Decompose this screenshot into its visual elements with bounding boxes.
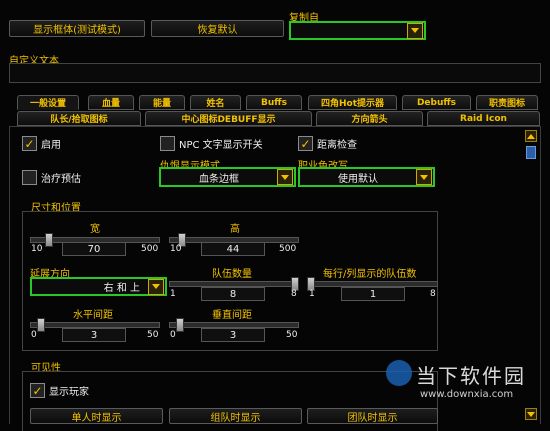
hostile-mode-select[interactable]: 血条边框 <box>159 167 296 187</box>
v-spacing-max: 50 <box>286 330 298 340</box>
tabs-row-2: 队长/拾取图标 中心图标DEBUFF显示 方向箭头 Raid Icon <box>17 111 540 126</box>
party-visibility-button[interactable]: 组队时显示 <box>169 408 302 424</box>
v-spacing-input[interactable]: 3 <box>201 328 265 342</box>
show-player-checkbox[interactable]: ✓ 显示玩家 <box>30 383 89 398</box>
width-value-input[interactable]: 70 <box>62 242 126 256</box>
check-icon: ✓ <box>30 383 45 398</box>
tab-corner-hot[interactable]: 四角Hot提示器 <box>308 95 397 110</box>
class-color-select[interactable]: 使用默认 <box>298 167 435 187</box>
per-row-input[interactable]: 1 <box>341 287 405 301</box>
range-check-checkbox[interactable]: ✓ 距离检查 <box>298 136 357 151</box>
group-count-max: 8 <box>291 289 297 299</box>
scroll-thumb[interactable] <box>526 146 536 159</box>
tab-role-icon[interactable]: 职责图标 <box>476 95 538 110</box>
chevron-down-icon[interactable] <box>148 278 164 295</box>
v-spacing-min: 0 <box>170 330 176 340</box>
chevron-down-icon[interactable] <box>407 22 423 39</box>
per-row-max: 8 <box>430 289 436 299</box>
grow-direction-select[interactable]: 右 和 上 <box>30 277 167 296</box>
width-max: 500 <box>141 244 159 254</box>
h-spacing-max: 50 <box>147 330 159 340</box>
width-min: 10 <box>31 244 43 254</box>
chevron-down-icon[interactable] <box>416 169 432 185</box>
scroll-down-icon[interactable] <box>525 408 537 420</box>
tab-name[interactable]: 姓名 <box>190 95 241 110</box>
scrollbar[interactable] <box>525 130 537 422</box>
h-spacing-input[interactable]: 3 <box>62 328 126 342</box>
copy-from-select[interactable] <box>289 21 426 40</box>
height-value-input[interactable]: 44 <box>201 242 265 256</box>
tab-debuffs[interactable]: Debuffs <box>402 95 471 110</box>
show-frame-button[interactable]: 显示框体(测试模式) <box>9 20 145 37</box>
custom-text-input[interactable] <box>9 63 541 83</box>
h-spacing-min: 0 <box>31 330 37 340</box>
check-icon: ✓ <box>298 136 313 151</box>
per-row-min: 1 <box>309 289 315 299</box>
check-icon: ✓ <box>22 136 37 151</box>
slider-thumb[interactable] <box>45 233 53 247</box>
npc-text-checkbox[interactable]: NPC 文字显示开关 <box>160 136 263 151</box>
height-max: 500 <box>279 244 297 254</box>
tab-raid-icon[interactable]: Raid Icon <box>427 111 540 126</box>
watermark-name: 当下软件园 <box>416 364 526 388</box>
tab-health[interactable]: 血量 <box>88 95 134 110</box>
heal-predict-checkbox[interactable]: 治疗预估 <box>22 170 81 185</box>
solo-visibility-button[interactable]: 单人时显示 <box>30 408 163 424</box>
tab-buffs[interactable]: Buffs <box>246 95 302 110</box>
group-count-min: 1 <box>170 289 176 299</box>
group-count-input[interactable]: 8 <box>201 287 265 301</box>
unchecked-box-icon <box>160 136 175 151</box>
restore-default-button[interactable]: 恢复默认 <box>151 20 284 37</box>
enable-checkbox[interactable]: ✓ 启用 <box>22 136 61 151</box>
slider-thumb[interactable] <box>37 318 45 332</box>
watermark-url: www.downxia.com <box>420 389 514 400</box>
height-min: 10 <box>170 244 182 254</box>
tab-leader-loot-icon[interactable]: 队长/拾取图标 <box>17 111 141 126</box>
watermark-logo-icon <box>386 360 412 386</box>
raid-visibility-button[interactable]: 团队时显示 <box>307 408 438 424</box>
tab-center-debuff[interactable]: 中心图标DEBUFF显示 <box>145 111 312 126</box>
tab-general[interactable]: 一般设置 <box>17 95 79 110</box>
chevron-down-icon[interactable] <box>277 169 293 185</box>
slider-thumb[interactable] <box>176 318 184 332</box>
tab-power[interactable]: 能量 <box>139 95 185 110</box>
tab-direction-arrow[interactable]: 方向箭头 <box>316 111 423 126</box>
unchecked-box-icon <box>22 170 37 185</box>
scroll-up-icon[interactable] <box>525 130 537 142</box>
tabs-row-1: 一般设置 血量 能量 姓名 Buffs 四角Hot提示器 Debuffs 职责图… <box>17 95 538 110</box>
